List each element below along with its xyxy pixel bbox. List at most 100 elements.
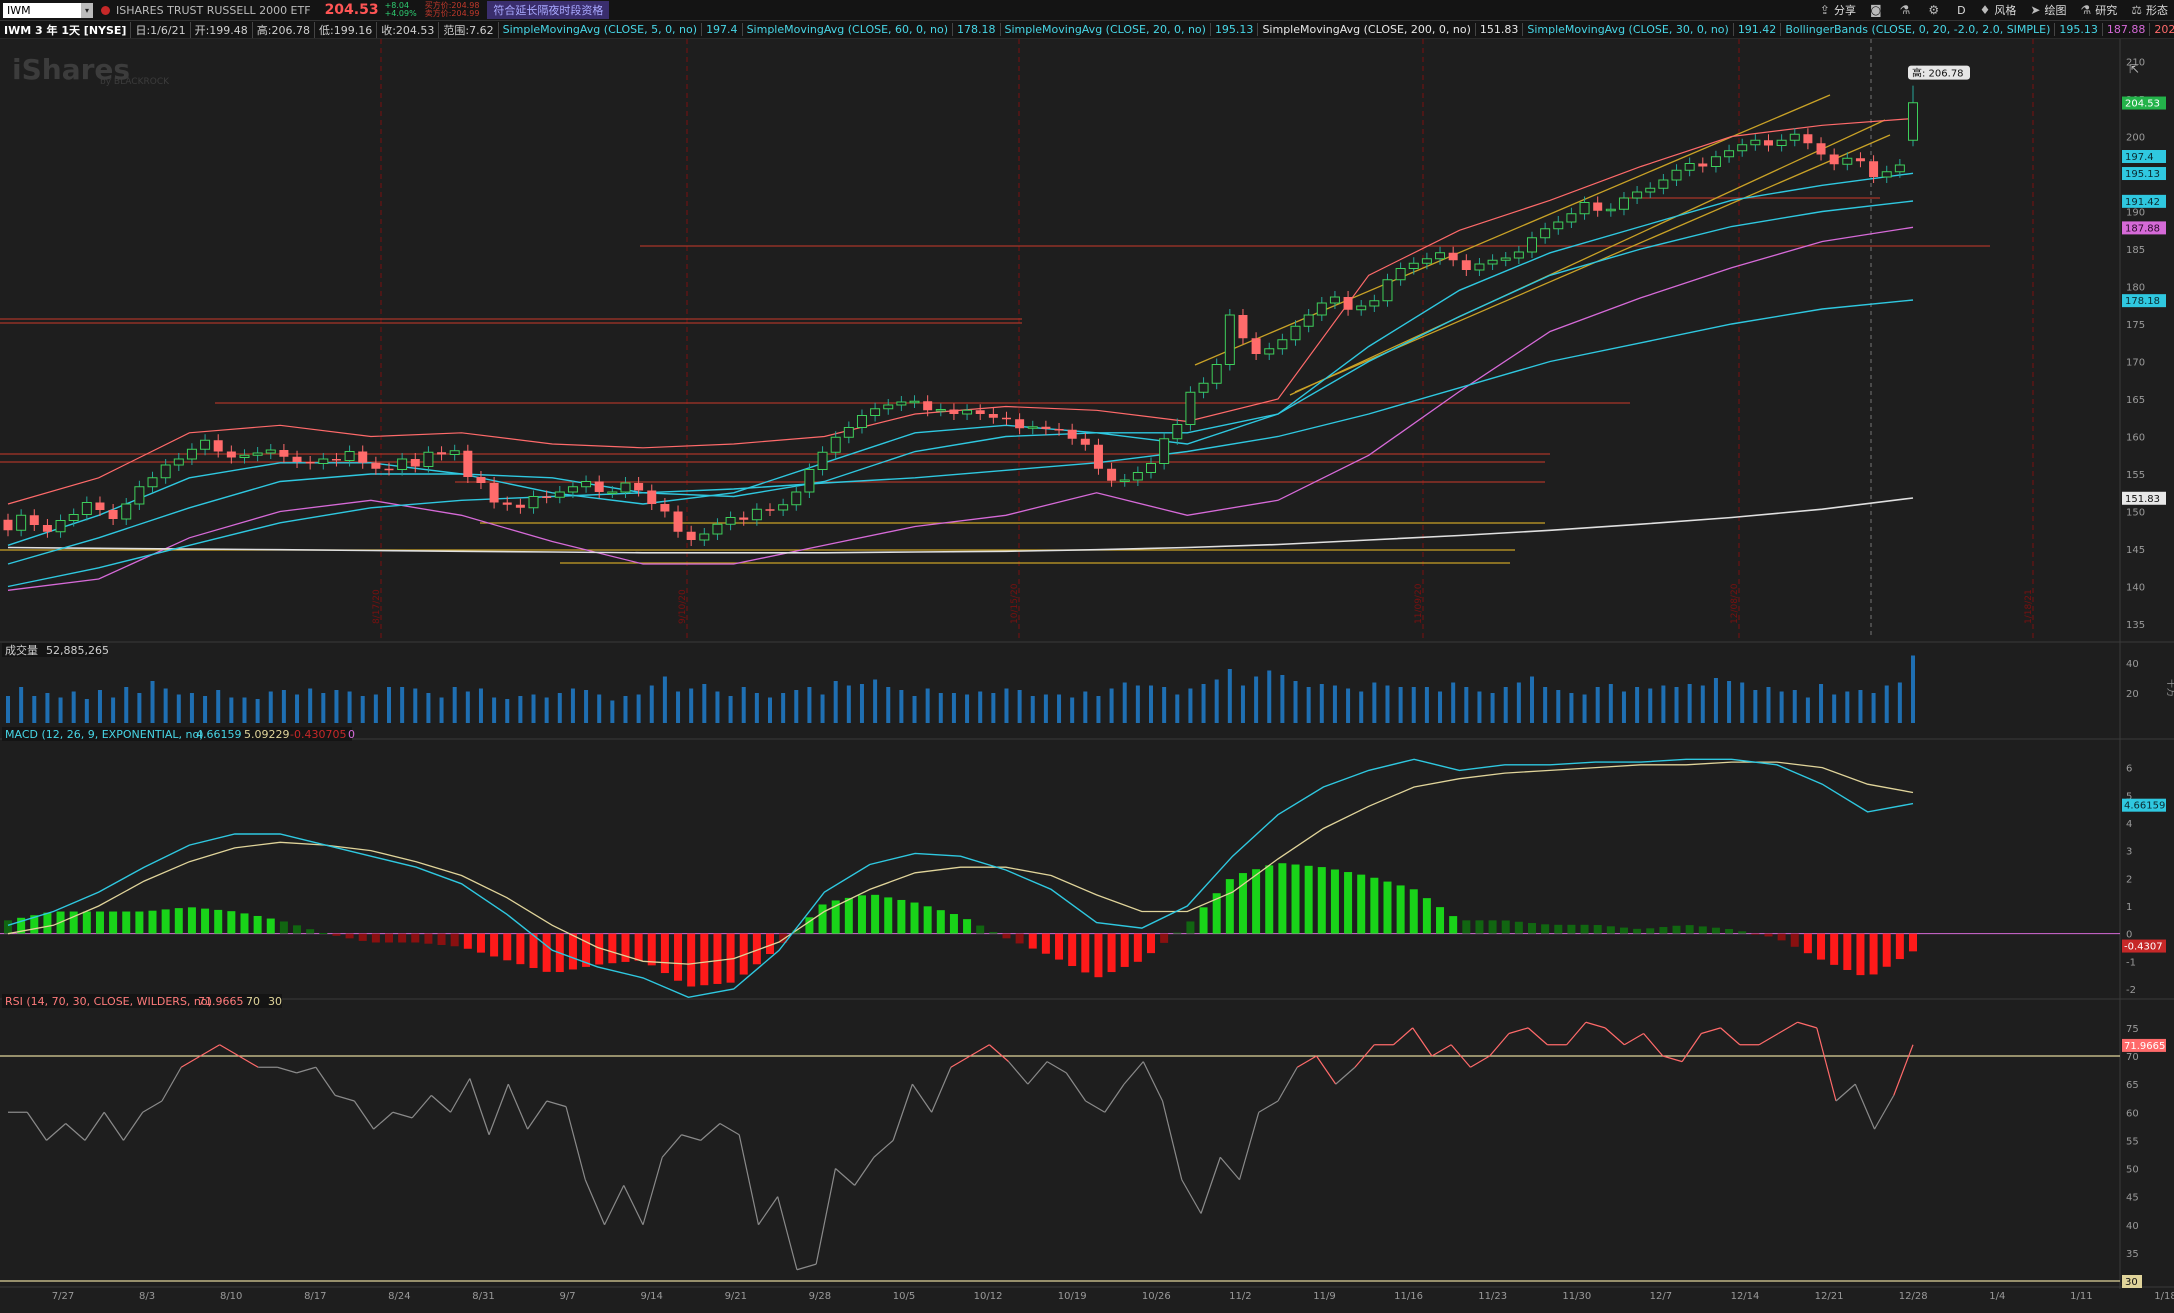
toolbar-button-2[interactable]: ⚗ bbox=[1900, 3, 1915, 17]
volume-bar bbox=[1897, 682, 1902, 723]
macd-histogram-bar bbox=[1304, 865, 1313, 934]
macd-histogram-bar bbox=[1580, 924, 1589, 934]
macd-histogram-bar bbox=[1094, 933, 1103, 978]
symbol-input[interactable]: IWM ▾ bbox=[3, 2, 93, 18]
candle-up bbox=[896, 401, 907, 406]
volume-bar bbox=[124, 687, 129, 723]
study-legend-item[interactable]: SimpleMovingAvg (CLOSE, 60, 0, no) bbox=[743, 23, 953, 36]
macd-histogram-bar bbox=[1790, 933, 1799, 947]
candle-down bbox=[292, 456, 302, 462]
toolbar-button-0[interactable]: ⇪ 分享 bbox=[1820, 2, 1856, 18]
volume-bar bbox=[1503, 687, 1508, 723]
macd-histogram-bar bbox=[1725, 928, 1734, 934]
toolbar-button-6[interactable]: ➤ 绘图 bbox=[2030, 2, 2066, 18]
candle-up bbox=[1119, 479, 1130, 482]
macd-histogram-bar bbox=[884, 897, 893, 934]
candle-down bbox=[1251, 338, 1261, 354]
volume-bar bbox=[1687, 684, 1692, 723]
study-legend-item[interactable]: SimpleMovingAvg (CLOSE, 20, 0, no) bbox=[1001, 23, 1211, 36]
macd-histogram-bar bbox=[568, 933, 577, 970]
macd-histogram-bar bbox=[871, 894, 880, 934]
volume-bar bbox=[623, 696, 628, 723]
study-legend-item[interactable]: 范围:7.62 bbox=[439, 21, 499, 38]
chart-title[interactable]: IWM 3 年 1天 [NYSE] bbox=[0, 21, 132, 38]
style-icon: ♦ bbox=[1979, 3, 1991, 17]
volume-bar bbox=[1332, 685, 1337, 723]
chevron-down-icon[interactable]: ▾ bbox=[81, 2, 93, 18]
x-axis-label: 8/3 bbox=[139, 1291, 155, 1302]
chart-svg[interactable]: iSharesby BLACKROCK8/17/20 9/10/20 10/15/2… bbox=[0, 39, 2174, 1310]
toolbar-button-8[interactable]: ⚖ 形态 bbox=[2131, 2, 2168, 18]
toolbar-button-4[interactable]: D bbox=[1957, 4, 1965, 17]
study-legend-item[interactable]: 187.88 bbox=[2103, 23, 2151, 36]
price-axis-tick: 155 bbox=[2126, 470, 2145, 481]
price-axis-tick: 185 bbox=[2126, 245, 2145, 256]
candle-up bbox=[1421, 258, 1432, 264]
study-legend-item[interactable]: SimpleMovingAvg (CLOSE, 200, 0, no) bbox=[1258, 23, 1476, 36]
candle-up bbox=[778, 504, 789, 511]
volume-bar bbox=[1766, 687, 1771, 723]
volume-bar bbox=[1569, 693, 1574, 723]
candle-up bbox=[239, 454, 250, 458]
study-legend-item[interactable]: 高:206.78 bbox=[253, 21, 315, 38]
volume-bar bbox=[1805, 697, 1810, 723]
price-badge-label: 178.18 bbox=[2125, 296, 2160, 307]
candle-up bbox=[870, 408, 881, 416]
macd-histogram-bar bbox=[1777, 933, 1786, 941]
toolbar-button-7[interactable]: ⚗ 研究 bbox=[2080, 2, 2117, 18]
study-legend-item[interactable]: BollingerBands (CLOSE, 0, 20, -2.0, 2.0,… bbox=[1781, 23, 2056, 36]
volume-bar bbox=[1700, 685, 1705, 723]
volume-bar bbox=[84, 699, 89, 723]
study-legend-item[interactable]: 197.4 bbox=[702, 23, 743, 36]
candle-up bbox=[55, 520, 66, 533]
macd-histogram-bar bbox=[214, 909, 223, 934]
volume-bar bbox=[216, 690, 221, 723]
study-legend-item[interactable]: 195.13 bbox=[1211, 23, 1259, 36]
x-axis-label: 10/19 bbox=[1058, 1291, 1087, 1302]
macd-value: 4.66159 bbox=[196, 728, 242, 741]
macd-histogram-bar bbox=[1133, 933, 1142, 962]
instrument-name: ISHARES TRUST RUSSELL 2000 ETF bbox=[116, 3, 311, 17]
volume-bar bbox=[242, 697, 247, 723]
candle-down bbox=[226, 451, 236, 458]
macd-histogram-bar bbox=[43, 912, 52, 934]
volume-bar bbox=[991, 693, 996, 723]
study-legend-item[interactable]: 开:199.48 bbox=[191, 21, 253, 38]
candle-down bbox=[3, 519, 13, 531]
macd-histogram-bar bbox=[319, 933, 328, 935]
volume-bar bbox=[1070, 697, 1075, 723]
last-price: 204.53 bbox=[324, 2, 379, 18]
candle-up bbox=[1894, 164, 1905, 173]
study-legend-item[interactable]: 191.42 bbox=[1734, 23, 1782, 36]
price-axis-tick: 145 bbox=[2126, 545, 2145, 556]
price-axis-tick: 165 bbox=[2126, 395, 2145, 406]
study-legend-item[interactable]: SimpleMovingAvg (CLOSE, 30, 0, no) bbox=[1523, 23, 1734, 36]
volume-bar bbox=[1030, 696, 1035, 723]
candle-down bbox=[949, 409, 959, 414]
extended-hours-badge[interactable]: 符合延长隔夜时段资格 bbox=[487, 1, 610, 19]
macd-axis-tick: -1 bbox=[2126, 957, 2136, 968]
study-legend-item[interactable]: 195.13 bbox=[2055, 23, 2103, 36]
toolbar-button-3[interactable]: ⚙ bbox=[1928, 3, 1943, 17]
study-legend-item[interactable]: 202.37 bbox=[2150, 23, 2174, 36]
candle-down bbox=[384, 468, 394, 471]
chart-area[interactable]: iShares by BLACKROCK 8/17/20 9/10/20 10/15/2… bbox=[0, 39, 2174, 1310]
rsi-30-badge-label: 30 bbox=[2125, 1277, 2138, 1288]
study-legend-item[interactable]: SimpleMovingAvg (CLOSE, 5, 0, no) bbox=[499, 23, 703, 36]
macd-histogram-bar bbox=[174, 908, 183, 934]
study-legend-item[interactable]: 低:199.16 bbox=[315, 21, 378, 38]
alert-dot-icon[interactable] bbox=[101, 5, 110, 15]
study-legend-item[interactable]: 178.18 bbox=[953, 23, 1001, 36]
volume-bar bbox=[413, 688, 418, 723]
study-legend-item[interactable]: 日:1/6/21 bbox=[131, 21, 191, 38]
macd-histogram-bar bbox=[1633, 928, 1642, 934]
toolbar-button-5[interactable]: ♦ 风格 bbox=[1980, 2, 2017, 18]
x-axis-label: 11/23 bbox=[1478, 1291, 1507, 1302]
rsi-axis-tick: 70 bbox=[2126, 1052, 2139, 1063]
candle-down bbox=[1869, 161, 1879, 177]
macd-histogram-bar bbox=[82, 911, 91, 934]
study-legend-item[interactable]: 151.83 bbox=[1476, 23, 1524, 36]
x-axis-label: 11/16 bbox=[1394, 1291, 1423, 1302]
toolbar-button-1[interactable]: ◙ bbox=[1870, 3, 1886, 17]
study-legend-item[interactable]: 收:204.53 bbox=[377, 21, 440, 38]
